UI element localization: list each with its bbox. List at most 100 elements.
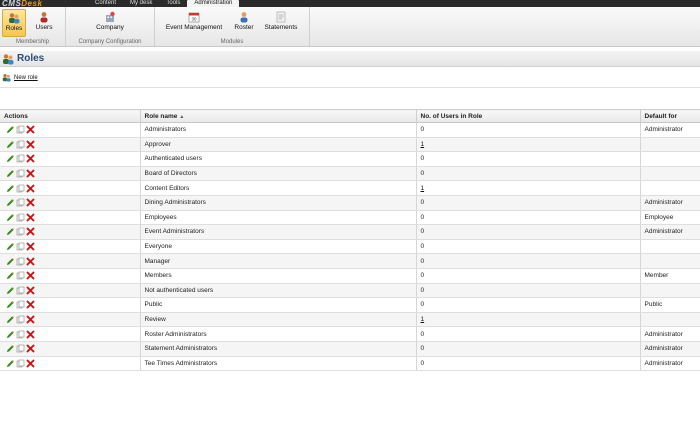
roster-icon: [240, 12, 248, 23]
copy-icon[interactable]: [16, 315, 25, 324]
delete-icon[interactable]: [26, 169, 35, 178]
edit-icon[interactable]: [6, 344, 15, 353]
edit-icon[interactable]: [6, 227, 15, 236]
edit-icon[interactable]: [6, 242, 15, 251]
default-for-cell: Public: [640, 297, 700, 313]
edit-icon[interactable]: [6, 300, 15, 309]
table-row: Review 1: [0, 312, 700, 328]
role-name-cell: Members: [140, 268, 417, 284]
new-role-icon: [2, 73, 11, 82]
copy-icon[interactable]: [16, 213, 25, 222]
new-role-link[interactable]: New role: [14, 75, 38, 81]
copy-icon[interactable]: [16, 359, 25, 368]
tab-my-desk[interactable]: My desk: [123, 0, 159, 7]
delete-icon[interactable]: [26, 140, 35, 149]
actions-cell: [0, 312, 141, 328]
delete-icon[interactable]: [26, 213, 35, 222]
copy-icon[interactable]: [16, 169, 25, 178]
statements-button[interactable]: Statements: [262, 9, 300, 37]
tab-content[interactable]: Content: [88, 0, 123, 7]
delete-icon[interactable]: [26, 286, 35, 295]
edit-icon[interactable]: [6, 359, 15, 368]
users-count-cell: 0: [416, 210, 641, 226]
event-management-button[interactable]: 30 Event Management: [163, 9, 225, 37]
copy-icon[interactable]: [16, 286, 25, 295]
copy-icon[interactable]: [16, 184, 25, 193]
delete-icon[interactable]: [26, 242, 35, 251]
users-count-cell: 0: [416, 253, 641, 269]
role-name-cell: Dining Administrators: [140, 195, 417, 211]
actions-cell: [0, 210, 141, 226]
users-count-cell: 0: [416, 195, 641, 211]
roster-button[interactable]: Roster: [231, 9, 257, 37]
table-row: Roster Administrators 0 Administrator: [0, 326, 700, 342]
copy-icon[interactable]: [16, 330, 25, 339]
copy-icon[interactable]: [16, 140, 25, 149]
table-row: Manager 0: [0, 253, 700, 269]
copy-icon[interactable]: [16, 257, 25, 266]
copy-icon[interactable]: [16, 300, 25, 309]
copy-icon[interactable]: [16, 242, 25, 251]
edit-icon[interactable]: [6, 271, 15, 280]
default-for-header[interactable]: Default for: [640, 109, 700, 123]
role-name-cell: Everyone: [140, 239, 417, 255]
edit-icon[interactable]: [6, 125, 15, 134]
copy-icon[interactable]: [16, 154, 25, 163]
users-count-link[interactable]: 1: [421, 141, 425, 148]
default-for-cell: [640, 253, 700, 269]
copy-icon[interactable]: [16, 271, 25, 280]
role-name-cell: Board of Directors: [140, 166, 417, 182]
tab-administration[interactable]: Administration: [187, 0, 240, 7]
role-name-cell: Approver: [140, 137, 417, 153]
users-count-header[interactable]: No. of Users in Role: [416, 109, 641, 123]
company-button[interactable]: Company: [92, 9, 128, 37]
edit-icon[interactable]: [6, 315, 15, 324]
delete-icon[interactable]: [26, 300, 35, 309]
users-button[interactable]: Users: [32, 9, 56, 37]
sort-ascending-icon: ▲: [179, 113, 185, 120]
ribbon-toolbar: Roles Users Membership Company Company C…: [0, 7, 700, 47]
delete-icon[interactable]: [26, 344, 35, 353]
edit-icon[interactable]: [6, 286, 15, 295]
delete-icon[interactable]: [26, 271, 35, 280]
roles-label: Roles: [5, 25, 23, 32]
role-name-header[interactable]: Role name ▲: [140, 109, 417, 123]
edit-icon[interactable]: [6, 213, 15, 222]
users-count-link[interactable]: 1: [421, 316, 425, 323]
roles-button[interactable]: Roles: [2, 9, 26, 37]
delete-icon[interactable]: [26, 154, 35, 163]
tab-tools[interactable]: Tools: [159, 0, 187, 7]
copy-icon[interactable]: [16, 227, 25, 236]
edit-icon[interactable]: [6, 330, 15, 339]
delete-icon[interactable]: [26, 198, 35, 207]
actions-cell: [0, 341, 141, 357]
users-count-link[interactable]: 1: [421, 185, 425, 192]
edit-icon[interactable]: [6, 198, 15, 207]
users-count: 0: [420, 243, 425, 251]
copy-icon[interactable]: [16, 125, 25, 134]
edit-icon[interactable]: [6, 154, 15, 163]
filter-area: [0, 87, 700, 108]
default-for-cell: Administrator: [640, 341, 700, 357]
delete-icon[interactable]: [26, 330, 35, 339]
delete-icon[interactable]: [26, 125, 35, 134]
delete-icon[interactable]: [26, 227, 35, 236]
edit-icon[interactable]: [6, 140, 15, 149]
default-for-cell: [640, 180, 700, 196]
delete-icon[interactable]: [26, 315, 35, 324]
delete-icon[interactable]: [26, 359, 35, 368]
actions-cell: [0, 253, 141, 269]
copy-icon[interactable]: [16, 344, 25, 353]
edit-icon[interactable]: [6, 257, 15, 266]
actions-cell: [0, 195, 141, 211]
statements-icon: [276, 11, 286, 23]
table-row: Members 0 Member: [0, 268, 700, 284]
role-name-cell: Roster Administrators: [140, 326, 417, 342]
new-role-action[interactable]: New role: [2, 73, 38, 82]
copy-icon[interactable]: [16, 198, 25, 207]
delete-icon[interactable]: [26, 257, 35, 266]
delete-icon[interactable]: [26, 184, 35, 193]
table-row: Administrators 0 Administrator: [0, 122, 700, 138]
edit-icon[interactable]: [6, 184, 15, 193]
edit-icon[interactable]: [6, 169, 15, 178]
